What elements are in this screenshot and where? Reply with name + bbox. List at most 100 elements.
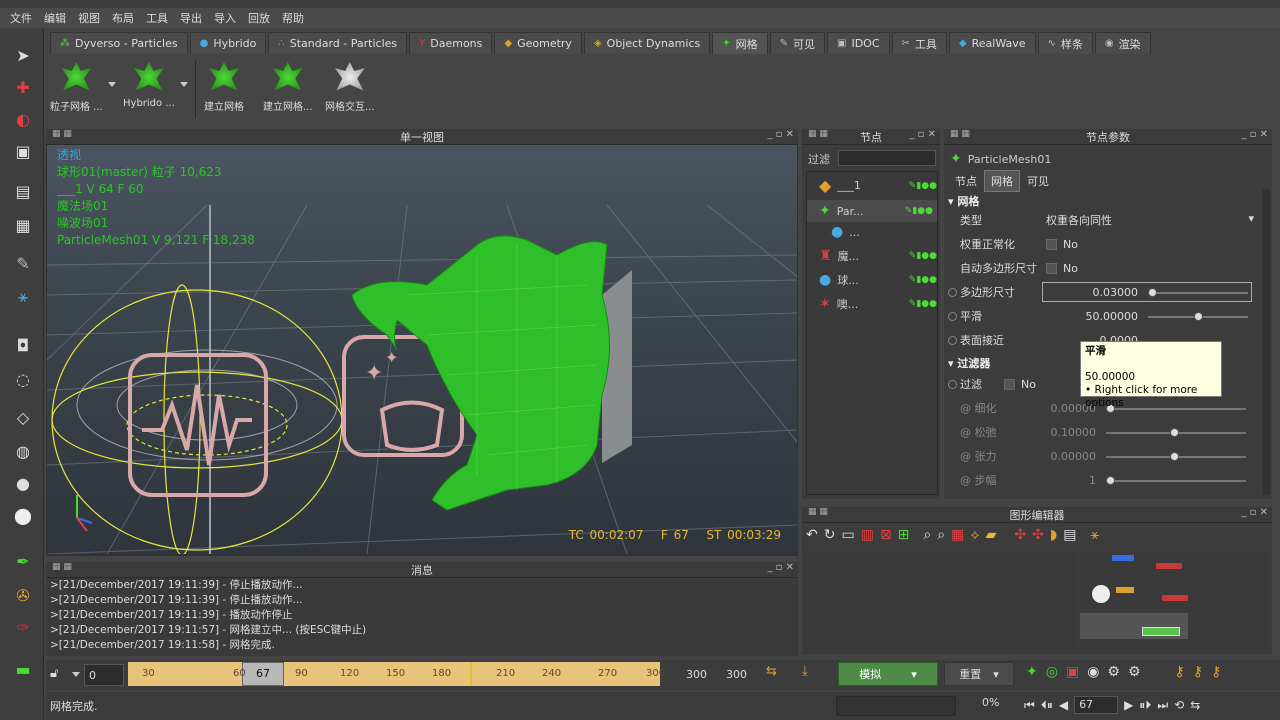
node-filter-input[interactable] [838, 150, 936, 166]
rotate-tool-icon[interactable]: ◐ [10, 106, 36, 132]
track-bar-red[interactable] [1162, 595, 1188, 601]
node-item[interactable]: ♜ 魔... ✎▮●● [819, 248, 937, 264]
last-frame-icon[interactable]: ⏭ [1157, 698, 1168, 713]
step-back-icon[interactable]: ⏴⏸ [1041, 698, 1053, 713]
viewport-canvas[interactable]: ✦ ✦ 透视 球形01(master) 粒子 10,623 ___1 V 64 … [47, 145, 797, 554]
loop-icon[interactable]: ⟲ [1174, 698, 1184, 712]
type-select[interactable]: 权重各向同性 ▾ [1046, 212, 1254, 228]
axis-icon[interactable]: ⚹ [1090, 527, 1098, 543]
play-back-icon[interactable]: ◀ [1059, 698, 1068, 712]
chevron-down-icon[interactable] [72, 672, 80, 677]
animate-radio[interactable] [948, 335, 957, 345]
smooth-slider[interactable] [1148, 312, 1248, 321]
poly-size-slider[interactable] [1148, 288, 1248, 297]
tab-dyverso[interactable]: ⁂ Dyverso - Particles [50, 32, 188, 54]
smooth-value[interactable]: 50.00000 [1046, 310, 1139, 323]
panel-controls[interactable]: _ ▫ ✕ [1241, 129, 1268, 140]
menu-tools[interactable]: 工具 [140, 10, 174, 26]
tangent-break-icon[interactable]: ✣ [1032, 527, 1044, 543]
panel-controls[interactable]: _ ▫ ✕ [1241, 507, 1268, 518]
menu-layout[interactable]: 布局 [106, 10, 140, 26]
tab-mesh[interactable]: ✦ 网格 [712, 32, 768, 54]
tab-render[interactable]: ◉ 渲染 [1094, 32, 1151, 54]
node-flags-icon[interactable]: ✎▮●● [905, 206, 937, 216]
slider-knob[interactable] [1170, 452, 1179, 461]
node-flags-icon[interactable]: ✎▮●● [909, 275, 937, 285]
panel-controls[interactable]: _ ▫ ✕ [909, 129, 936, 140]
menu-edit[interactable]: 编辑 [38, 10, 72, 26]
step-forward-icon[interactable]: ⏸⏵ [1139, 698, 1151, 713]
panel-grip-icon[interactable]: ▦ ▦ [950, 129, 970, 139]
redo-icon[interactable]: ↻ [824, 527, 836, 543]
tab-daemons[interactable]: Y Daemons [409, 32, 493, 54]
node-item[interactable]: ✶ 噢... ✎▮●● [819, 296, 937, 312]
build-mesh-options-button[interactable]: 建立网格... [263, 62, 313, 113]
relax-slider[interactable] [1106, 428, 1246, 437]
graph-canvas[interactable] [804, 551, 1078, 653]
graph-track-area[interactable] [1080, 551, 1270, 653]
table-icon[interactable]: ▤ [1063, 527, 1076, 543]
key-icon[interactable]: ⚷ [1175, 664, 1185, 680]
panel-controls[interactable]: _ ▫ ✕ [767, 562, 794, 573]
lock-icon[interactable]: 🔓︎ [50, 666, 74, 686]
cameras-icon[interactable]: ▤ [10, 178, 36, 204]
pencil-icon[interactable]: ✎ [10, 250, 36, 276]
simulate-button[interactable]: 模拟 ▾ [838, 662, 938, 686]
node-flags-icon[interactable]: ✎▮●● [909, 181, 937, 191]
slider-knob[interactable] [1148, 288, 1157, 297]
track-marker[interactable] [1092, 585, 1110, 603]
weight-normalize-checkbox[interactable]: No [1046, 238, 1078, 251]
reverse-icon[interactable]: ⇆ [1190, 698, 1200, 712]
slider-knob[interactable] [1106, 476, 1115, 485]
menu-export[interactable]: 导出 [174, 10, 208, 26]
node-item[interactable]: ◆ ___1 ✎▮●● [819, 176, 937, 195]
menu-help[interactable]: 帮助 [276, 10, 310, 26]
grid-icon[interactable]: ▦ [951, 527, 964, 543]
gear-alt-icon[interactable]: ⚙ [1128, 664, 1141, 680]
scale-tool-icon[interactable]: ▣ [10, 138, 36, 164]
wire-cube-icon[interactable]: ◇ [10, 404, 36, 430]
panel-grip-icon[interactable]: ▦ ▦ [808, 507, 828, 517]
orange-tool-icon[interactable]: ✇ [10, 582, 36, 608]
build-mesh-button[interactable]: 建立网格 [204, 62, 244, 113]
tab-idoc[interactable]: ▣ IDOC [827, 32, 890, 54]
tab-tools[interactable]: ✂ 工具 [891, 32, 947, 54]
timeline-current-frame[interactable]: 67 [242, 662, 284, 686]
tension-slider[interactable] [1106, 452, 1246, 461]
tangent-icon[interactable]: ✣ [1014, 527, 1026, 543]
green-brush-icon[interactable]: ✒ [10, 548, 36, 574]
axis-icon[interactable]: ⚹ [10, 284, 36, 310]
node-item[interactable]: ●... [831, 224, 860, 240]
node-flags-icon[interactable]: ✎▮●● [909, 251, 937, 261]
key-icon[interactable]: ⚷ [1193, 664, 1203, 680]
red-feather-icon[interactable]: ✑ [10, 614, 36, 640]
chevron-down-icon[interactable] [108, 82, 116, 87]
track-bar-orange[interactable] [1116, 587, 1134, 593]
scrollbar[interactable] [1262, 189, 1270, 495]
tab-standard-particles[interactable]: ∴ Standard - Particles [268, 32, 408, 54]
tab-geometry[interactable]: ◆ Geometry [494, 32, 582, 54]
key-icon[interactable]: ▥ [861, 527, 874, 543]
cache-icon[interactable]: ▣ [1066, 664, 1079, 680]
auto-poly-size-checkbox[interactable]: No [1046, 262, 1078, 275]
end-frame-2[interactable]: 300 [726, 668, 747, 681]
wire-sphere-icon[interactable]: ◍ [10, 438, 36, 464]
panel-grip-icon[interactable]: ▦ ▦ [808, 129, 828, 139]
panel-grip-icon[interactable]: ▦ ▦ [52, 129, 72, 139]
menu-view[interactable]: 视图 [72, 10, 106, 26]
save-icon[interactable]: ▬ [10, 656, 36, 682]
zoom-fit-icon[interactable]: ⌕ [937, 527, 945, 543]
filter-checkbox[interactable]: No [1004, 378, 1036, 391]
track-bar-green[interactable] [1142, 627, 1180, 636]
mesh-sim-icon[interactable]: ✦ [1026, 664, 1038, 680]
point-cube-icon[interactable]: ◘ [10, 332, 36, 358]
flat-sphere-icon[interactable]: ● [10, 470, 36, 496]
add-key-icon[interactable]: ⊞ [898, 527, 910, 543]
timeline-ruler[interactable]: 67 30 60 90 120 150 180 210 240 270 300 [128, 662, 665, 686]
folder-icon[interactable]: ▰ [986, 527, 997, 543]
panel-controls[interactable]: _ ▫ ✕ [767, 129, 794, 140]
eye-icon[interactable]: ◉ [1087, 664, 1099, 680]
node-flags-icon[interactable]: ✎▮●● [909, 299, 937, 309]
tab-realwave[interactable]: ◆ RealWave [948, 32, 1036, 54]
select-arrow-icon[interactable]: ➤ [10, 42, 36, 68]
